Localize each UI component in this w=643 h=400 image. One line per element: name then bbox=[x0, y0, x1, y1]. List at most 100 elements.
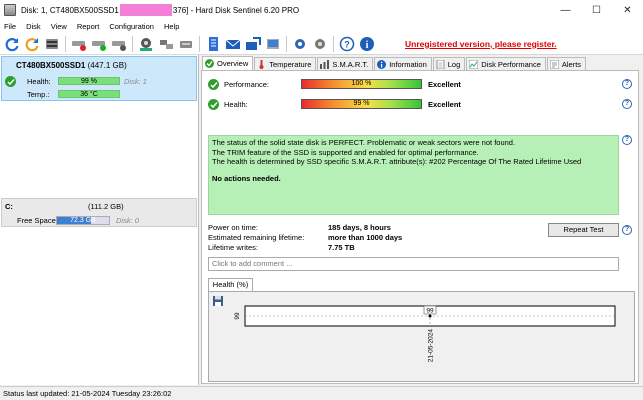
x-tick-label: 21-05-2024 bbox=[428, 329, 435, 363]
menu-bar: File Disk View Report Configuration Help bbox=[0, 20, 643, 33]
hdd-red-icon[interactable] bbox=[69, 34, 88, 53]
unregistered-link[interactable]: Unregistered version, please register. bbox=[405, 39, 557, 49]
comment-input[interactable]: Click to add comment ... bbox=[208, 257, 619, 271]
disk-health-label: Health: bbox=[27, 77, 51, 86]
check-circle-icon bbox=[205, 59, 214, 68]
thermometer-icon bbox=[257, 59, 266, 69]
menu-help[interactable]: Help bbox=[160, 22, 185, 31]
repeat-test-help-icon[interactable]: ? bbox=[622, 225, 632, 235]
volume-size: (111.2 GB) bbox=[88, 202, 124, 211]
volume-letter: C: bbox=[5, 202, 13, 211]
health-label: Health: bbox=[224, 100, 248, 109]
performance-help-icon[interactable]: ? bbox=[622, 79, 632, 89]
remaining-lifetime-label: Estimated remaining lifetime: bbox=[208, 233, 305, 242]
tab-information[interactable]: Information bbox=[374, 57, 432, 70]
tab-log[interactable]: Log bbox=[432, 57, 466, 70]
free-space-value: 72.3 GB bbox=[70, 217, 96, 224]
remaining-lifetime-value: more than 1000 days bbox=[328, 233, 403, 242]
health-chart-svg: 99 21-05-2024 99 bbox=[234, 305, 616, 363]
lifetime-writes-label: Lifetime writes: bbox=[208, 243, 259, 252]
menu-report[interactable]: Report bbox=[73, 22, 106, 31]
gear-icon[interactable] bbox=[310, 34, 329, 53]
summary-line: The status of the solid state disk is PE… bbox=[212, 138, 516, 147]
health-ok-icon-large bbox=[208, 99, 219, 110]
network-disk-icon[interactable] bbox=[156, 34, 175, 53]
menu-disk[interactable]: Disk bbox=[22, 22, 47, 31]
free-space-label: Free Space bbox=[17, 216, 56, 225]
tab-alerts[interactable]: Alerts bbox=[546, 57, 587, 70]
power-on-label: Power on time: bbox=[208, 223, 259, 232]
alerts-icon bbox=[549, 59, 560, 69]
menu-configuration[interactable]: Configuration bbox=[105, 22, 160, 31]
help-icon[interactable]: ? bbox=[337, 34, 356, 53]
refresh-icon[interactable] bbox=[2, 34, 21, 53]
data-label: 99 bbox=[426, 307, 434, 314]
info-circle-icon bbox=[377, 59, 387, 69]
summary-line: The health is determined by SSD specific… bbox=[212, 157, 582, 166]
maximize-button[interactable]: ☐ bbox=[581, 0, 612, 20]
volume-entry[interactable]: C: (111.2 GB) Free Space 72.3 GB Disk: 0 bbox=[1, 198, 197, 227]
disk-entry-selected[interactable]: CT480BX500SSD1 (447.1 GB) Health: 99 % D… bbox=[1, 56, 197, 101]
repeat-test-button[interactable]: Repeat Test bbox=[548, 223, 619, 237]
lifetime-writes-value: 7.75 TB bbox=[328, 243, 355, 252]
disk-test-icon[interactable] bbox=[136, 34, 155, 53]
title-prefix: Disk: 1, CT480BX500SSD1 bbox=[21, 5, 119, 15]
free-space-bar: 72.3 GB bbox=[56, 216, 110, 225]
performance-bar: 100 % bbox=[301, 79, 422, 89]
info-icon[interactable]: i bbox=[357, 34, 376, 53]
disk-title: CT480BX500SSD1 (447.1 GB) bbox=[16, 61, 127, 70]
disk-index-label: Disk: 1 bbox=[124, 77, 147, 86]
email-icon[interactable] bbox=[223, 34, 242, 53]
overview-content: Performance: 100 % Excellent ? Health: 9… bbox=[201, 70, 639, 384]
power-on-value: 185 days, 8 hours bbox=[328, 223, 391, 232]
report-icon[interactable] bbox=[203, 34, 222, 53]
disk-health-bar: 99 % bbox=[58, 77, 120, 85]
app-icon bbox=[4, 4, 16, 16]
summary-action: No actions needed. bbox=[212, 173, 281, 183]
health-help-icon[interactable]: ? bbox=[622, 99, 632, 109]
title-suffix: 376] - Hard Disk Sentinel 6.20 PRO bbox=[172, 5, 300, 15]
tab-smart-label: S.M.A.R.T. bbox=[332, 59, 369, 69]
tab-smart[interactable]: S.M.A.R.T. bbox=[317, 57, 374, 70]
close-button[interactable]: ✕ bbox=[612, 0, 643, 20]
disk-drive-icon[interactable] bbox=[42, 34, 61, 53]
performance-ok-icon bbox=[208, 79, 219, 90]
redaction-block bbox=[119, 4, 172, 16]
disk-size: (447.1 GB) bbox=[87, 61, 127, 70]
tab-information-label: Information bbox=[389, 59, 427, 69]
summary-help-icon[interactable]: ? bbox=[622, 135, 632, 145]
health-value: 99 % bbox=[353, 100, 370, 107]
tab-temperature-label: Temperature bbox=[269, 59, 312, 69]
tab-overview[interactable]: Overview bbox=[202, 56, 254, 70]
disk-name: CT480BX500SSD1 bbox=[16, 61, 86, 70]
refresh-all-icon[interactable] bbox=[22, 34, 41, 53]
svg-text:?: ? bbox=[344, 39, 350, 49]
hdd-info-icon[interactable] bbox=[109, 34, 128, 53]
disk-list-panel: CT480BX500SSD1 (447.1 GB) Health: 99 % D… bbox=[0, 55, 199, 385]
settings-icon[interactable] bbox=[290, 34, 309, 53]
tab-overview-label: Overview bbox=[217, 59, 249, 68]
tab-disk-performance[interactable]: Disk Performance bbox=[466, 57, 546, 70]
performance-rating: Excellent bbox=[428, 80, 461, 89]
y-tick-label: 99 bbox=[234, 312, 241, 320]
menu-view[interactable]: View bbox=[47, 22, 73, 31]
web-report-icon[interactable] bbox=[263, 34, 282, 53]
disk-tools-icon[interactable] bbox=[176, 34, 195, 53]
menu-file[interactable]: File bbox=[0, 22, 22, 31]
tab-health-chart[interactable]: Health (%) bbox=[208, 278, 253, 292]
log-page-icon bbox=[436, 59, 445, 69]
health-rating: Excellent bbox=[428, 100, 461, 109]
tab-temperature[interactable]: Temperature bbox=[254, 57, 317, 70]
performance-chart-icon bbox=[468, 59, 479, 69]
smart-icon bbox=[320, 59, 330, 69]
volume-disk-index: Disk: 0 bbox=[116, 216, 139, 225]
hdd-check-icon[interactable] bbox=[89, 34, 108, 53]
send-report-icon[interactable] bbox=[243, 34, 262, 53]
data-point bbox=[428, 314, 432, 318]
status-bar: Status last updated: 21-05-2024 Tuesday … bbox=[0, 386, 643, 400]
health-ok-icon bbox=[5, 76, 16, 87]
minimize-button[interactable]: — bbox=[550, 0, 581, 20]
summary-line: The TRIM feature of the SSD is supported… bbox=[212, 147, 479, 157]
svg-text:i: i bbox=[365, 40, 368, 51]
window-title: Disk: 1, CT480BX500SSD1 376] - Hard Disk… bbox=[21, 4, 299, 16]
